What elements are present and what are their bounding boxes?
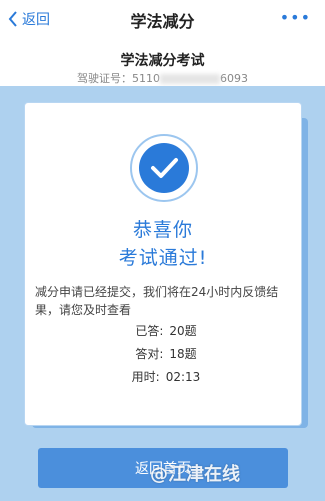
answered-value: 20题 <box>169 324 197 338</box>
congrats-line2: 考试通过! <box>118 247 208 269</box>
answered-stat: 已答: 20题 <box>25 322 301 339</box>
more-menu-icon[interactable]: ••• <box>280 8 311 27</box>
check-circle-icon <box>129 133 199 203</box>
answered-label: 已答: <box>135 324 164 338</box>
time-value: 02:13 <box>165 370 201 384</box>
watermark: @江津在线 <box>150 464 240 485</box>
time-stat: 用时: 02:13 <box>25 368 301 385</box>
correct-label: 答对: <box>135 347 164 361</box>
license-prefix: 5110 <box>132 72 160 85</box>
nav-bar: 返回 学法减分 ••• <box>0 0 325 36</box>
result-message: 减分申请已经提交，我们将在24小时内反馈结果，请您及时查看 <box>35 285 279 317</box>
license-number: 驾驶证号：5110 6093 <box>0 70 325 86</box>
correct-value: 18题 <box>169 347 197 361</box>
page-title: 学法减分 <box>130 12 195 31</box>
congrats-line1: 恭喜你 <box>132 219 193 241</box>
result-card: 恭喜你 考试通过! 减分申请已经提交，我们将在24小时内反馈结果，请您及时查看 … <box>24 102 302 426</box>
time-label: 用时: <box>131 370 160 384</box>
license-label: 驾驶证号： <box>77 72 132 85</box>
exam-title: 学法减分考试 <box>120 53 205 69</box>
license-suffix: 6093 <box>220 72 248 85</box>
correct-stat: 答对: 18题 <box>25 345 301 362</box>
license-blur <box>160 74 220 84</box>
